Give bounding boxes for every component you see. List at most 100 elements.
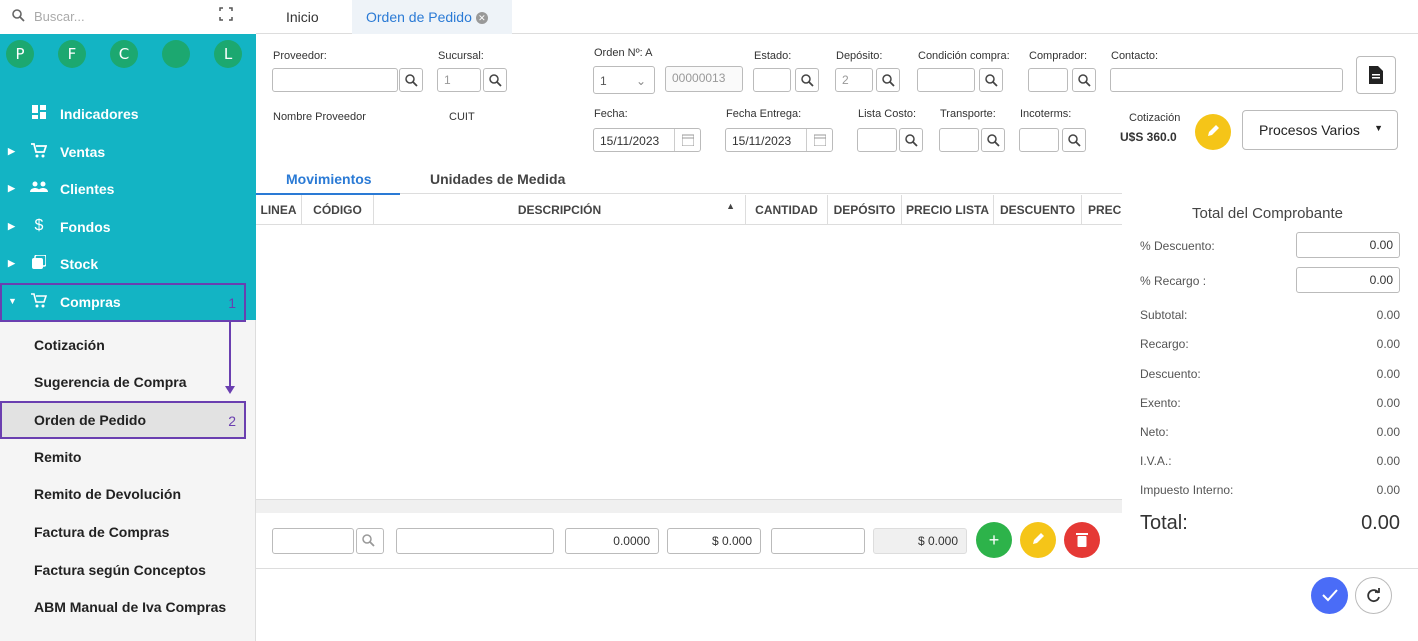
submenu-factura-conceptos[interactable]: Factura según Conceptos: [0, 552, 246, 589]
menu-item-stock[interactable]: ▶ Stock: [0, 246, 256, 282]
submenu-abm-iva[interactable]: ABM Manual de Iva Compras: [0, 589, 246, 626]
neto-row: Neto: 0.00: [1140, 425, 1400, 439]
submenu-label: Cotización: [34, 337, 105, 353]
shortcut-c[interactable]: C: [110, 40, 138, 68]
submenu-cotizacion[interactable]: Cotización: [0, 327, 246, 364]
codigo-entry-input[interactable]: [272, 528, 354, 554]
fecha-input[interactable]: 15/11/2023: [593, 128, 701, 152]
calendar-icon[interactable]: [674, 129, 700, 151]
shortcut-blank[interactable]: [162, 40, 190, 68]
calendar-icon[interactable]: [806, 129, 832, 151]
shortcut-bar: P F C L: [6, 40, 246, 70]
recargo-percent-input[interactable]: 0.00: [1296, 267, 1400, 293]
precio-entry-input[interactable]: $ 0.000: [667, 528, 761, 554]
estado-input[interactable]: [753, 68, 791, 92]
comprador-input[interactable]: [1028, 68, 1068, 92]
col-precio[interactable]: PRECI: [1082, 195, 1122, 225]
submenu-remito-devolucion[interactable]: Remito de Devolución: [0, 476, 246, 513]
descuento-entry-input[interactable]: [771, 528, 865, 554]
col-codigo[interactable]: CÓDIGO: [302, 195, 374, 225]
proveedor-search-button[interactable]: [399, 68, 423, 92]
col-descuento[interactable]: DESCUENTO: [994, 195, 1082, 225]
close-icon[interactable]: ✕: [475, 12, 488, 24]
estado-search-button[interactable]: [795, 68, 819, 92]
chevron-right-icon: ▶: [8, 221, 15, 231]
descuento-amount-row: Descuento: 0.00: [1140, 367, 1400, 381]
search-input[interactable]: Buscar...: [34, 9, 85, 24]
deposito-input[interactable]: 2: [835, 68, 873, 92]
deposito-label: Depósito:: [836, 50, 883, 62]
grand-total-row: Total: 0.00: [1140, 512, 1400, 535]
sucursal-search-button[interactable]: [483, 68, 507, 92]
lista-costo-search-button[interactable]: [899, 128, 923, 152]
descuento-percent-input[interactable]: 0.00: [1296, 232, 1400, 258]
delete-line-button[interactable]: [1064, 522, 1100, 558]
edit-line-button[interactable]: [1020, 522, 1056, 558]
tab-movimientos[interactable]: Movimientos: [256, 171, 400, 195]
add-line-button[interactable]: +: [976, 522, 1012, 558]
orden-serie-select[interactable]: 1 ⌄: [593, 66, 655, 94]
condicion-search-button[interactable]: [979, 68, 1003, 92]
col-cantidad[interactable]: CANTIDAD: [746, 195, 828, 225]
horizontal-scrollbar[interactable]: [256, 499, 1122, 513]
incoterms-search-button[interactable]: [1062, 128, 1086, 152]
tab-orden-pedido[interactable]: Orden de Pedido ✕: [352, 0, 512, 34]
row-label: Impuesto Interno:: [1140, 483, 1234, 497]
incoterms-input[interactable]: [1019, 128, 1059, 152]
search-icon: [405, 74, 418, 87]
document-button[interactable]: [1356, 56, 1396, 94]
lista-costo-label: Lista Costo:: [858, 108, 917, 120]
edit-cotizacion-button[interactable]: [1195, 114, 1231, 150]
contacto-input[interactable]: [1110, 68, 1343, 92]
menu-item-clientes[interactable]: ▶ Clientes: [0, 171, 256, 207]
submenu-factura-compras[interactable]: Factura de Compras: [0, 514, 246, 551]
confirm-button[interactable]: [1311, 577, 1348, 614]
chevron-right-icon: ▶: [8, 146, 15, 156]
procesos-varios-dropdown[interactable]: Procesos Varios ▼: [1242, 110, 1398, 150]
document-icon: [1369, 66, 1383, 84]
transporte-search-button[interactable]: [981, 128, 1005, 152]
shortcut-p[interactable]: P: [6, 40, 34, 68]
col-precio-lista[interactable]: PRECIO LISTA: [902, 195, 994, 225]
tab-inicio[interactable]: Inicio: [272, 0, 333, 34]
comprador-search-button[interactable]: [1072, 68, 1096, 92]
footer-divider: [256, 568, 1418, 569]
fecha-entrega-input[interactable]: 15/11/2023: [725, 128, 833, 152]
shortcut-f[interactable]: F: [58, 40, 86, 68]
menu-item-ventas[interactable]: ▶ Ventas: [0, 134, 256, 170]
sucursal-input[interactable]: 1: [437, 68, 481, 92]
refresh-button[interactable]: [1355, 577, 1392, 614]
submenu-sugerencia[interactable]: Sugerencia de Compra: [0, 364, 246, 401]
tab-unidades-medida[interactable]: Unidades de Medida: [430, 171, 565, 187]
annotation-number: 2: [228, 413, 236, 429]
submenu-orden-pedido[interactable]: Orden de Pedido 2: [0, 401, 246, 439]
submenu-remito[interactable]: Remito: [0, 439, 246, 476]
menu-item-fondos[interactable]: ▶ $ Fondos: [0, 209, 256, 245]
grid-header: LINEA CÓDIGO DESCRIPCIÓN ▲ CANTIDAD DEPÓS…: [256, 195, 1122, 225]
fecha-label: Fecha:: [594, 108, 628, 120]
sidebar-search[interactable]: Buscar...: [0, 0, 256, 34]
row-value: 0.00: [1376, 396, 1400, 410]
impuesto-interno-row: Impuesto Interno: 0.00: [1140, 483, 1400, 497]
descripcion-entry-input[interactable]: [396, 528, 554, 554]
dollar-icon: $: [34, 217, 44, 234]
lista-costo-input[interactable]: [857, 128, 897, 152]
col-descripcion[interactable]: DESCRIPCIÓN ▲: [374, 195, 746, 225]
cantidad-entry-input[interactable]: 0.0000: [565, 528, 659, 554]
col-deposito[interactable]: DEPÓSITO: [828, 195, 902, 225]
codigo-search-button[interactable]: [356, 528, 384, 554]
col-linea[interactable]: LINEA: [256, 195, 302, 225]
proveedor-input[interactable]: [272, 68, 398, 92]
menu-item-indicadores[interactable]: Indicadores: [0, 96, 256, 132]
cuit-label: CUIT: [449, 111, 475, 123]
transporte-input[interactable]: [939, 128, 979, 152]
condicion-input[interactable]: [917, 68, 975, 92]
fullscreen-icon[interactable]: [219, 7, 233, 21]
row-value: 0.00: [1376, 308, 1400, 322]
shortcut-l[interactable]: L: [214, 40, 242, 68]
dashboard-icon: [30, 105, 48, 123]
deposito-search-button[interactable]: [876, 68, 900, 92]
recargo-row: % Recargo : 0.00: [1140, 267, 1400, 293]
search-icon: [801, 74, 814, 87]
total-entry-display: $ 0.000: [873, 528, 967, 554]
